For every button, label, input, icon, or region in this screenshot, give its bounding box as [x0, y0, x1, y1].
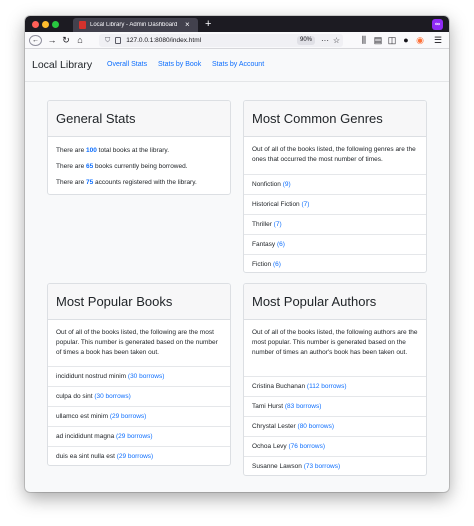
list-item: ullamco est minim (29 borrows) — [48, 406, 230, 426]
books-description: Out of all of the books listed, the foll… — [56, 329, 218, 356]
list-item: Fiction (6) — [244, 254, 426, 272]
reload-icon[interactable]: ↻ — [61, 35, 71, 46]
private-browsing-icon[interactable]: ∞ — [432, 19, 443, 30]
list-item: ad incididunt magna (29 borrows) — [48, 426, 230, 446]
close-window-button[interactable] — [32, 21, 39, 28]
list-item: Historical Fiction (7) — [244, 194, 426, 214]
stat-accounts: There are 75 accounts registered with th… — [56, 179, 197, 186]
list-item: Fantasy (6) — [244, 234, 426, 254]
browser-window: Local Library - Admin Dashboard × + ∞ ← … — [25, 16, 449, 492]
page-info-icon[interactable] — [115, 37, 122, 44]
stat-borrowed-books: There are 65 books currently being borro… — [56, 163, 188, 170]
pocket-icon[interactable]: ◫ — [387, 35, 397, 46]
new-tab-button[interactable]: + — [205, 17, 211, 31]
list-item: duis ea sint nulla est (29 borrows) — [48, 446, 230, 465]
list-item: culpa do sint (30 borrows) — [48, 386, 230, 406]
genres-description: Out of all of the books listed, the foll… — [252, 146, 416, 163]
address-bar[interactable]: ⛉ 127.0.0.1:8080/index.html 90% ··· ☆ — [99, 34, 343, 47]
zoom-level-badge[interactable]: 90% — [296, 36, 315, 45]
forward-arrow-icon[interactable]: → — [47, 35, 57, 46]
list-item: Susanne Lawson (73 borrows) — [244, 456, 426, 475]
list-item: Nonfiction (9) — [244, 174, 426, 194]
firefox-account-icon[interactable]: ◉ — [415, 35, 425, 46]
list-item: Chrystal Lester (80 borrows) — [244, 416, 426, 436]
zoom-window-button[interactable] — [52, 21, 59, 28]
genres-card: Most Common Genres Out of all of the boo… — [243, 100, 427, 273]
sidebar-icon[interactable]: ▤ — [373, 35, 383, 46]
list-item: Ochoa Levy (76 borrows) — [244, 436, 426, 456]
tab-bar: Local Library - Admin Dashboard × + ∞ — [25, 16, 449, 32]
book-favicon-icon — [79, 21, 86, 29]
list-item: Cristina Buchanan (112 borrows) — [244, 376, 426, 396]
nav-link-stats-by-account[interactable]: Stats by Account — [212, 61, 264, 68]
browser-toolbar: ← → ↻ ⌂ ⛉ 127.0.0.1:8080/index.html 90% … — [25, 32, 449, 49]
page-actions-icon[interactable]: ··· — [321, 34, 329, 47]
back-arrow-icon[interactable]: ← — [29, 35, 42, 46]
url-text[interactable]: 127.0.0.1:8080/index.html — [126, 37, 201, 44]
card-title: Most Common Genres — [244, 101, 426, 137]
tab-title: Local Library - Admin Dashboard — [90, 22, 178, 28]
browser-tab[interactable]: Local Library - Admin Dashboard × — [73, 18, 198, 32]
card-title: Most Popular Books — [48, 284, 230, 320]
home-icon[interactable]: ⌂ — [75, 35, 85, 46]
list-item: Tami Hurst (83 borrows) — [244, 396, 426, 416]
shield-icon[interactable]: ⛉ — [105, 37, 110, 45]
authors-description: Out of all of the books listed, the foll… — [252, 329, 418, 356]
card-title: General Stats — [48, 101, 230, 137]
popular-books-card: Most Popular Books Out of all of the boo… — [47, 283, 231, 466]
site-navbar: Local Library Overall Stats Stats by Boo… — [25, 50, 449, 82]
nav-link-stats-by-book[interactable]: Stats by Book — [158, 61, 201, 68]
bookmark-star-icon[interactable]: ☆ — [333, 34, 340, 47]
nav-link-overall-stats[interactable]: Overall Stats — [107, 61, 147, 68]
close-tab-icon[interactable]: × — [185, 21, 190, 29]
account-icon[interactable]: ● — [401, 35, 411, 46]
navbar-brand[interactable]: Local Library — [32, 59, 92, 71]
list-item: incididunt nostrud minim (30 borrows) — [48, 366, 230, 386]
stat-total-books: There are 100 total books at the library… — [56, 147, 169, 154]
library-icon[interactable]: ⫼ — [359, 35, 369, 46]
list-item: Thriller (7) — [244, 214, 426, 234]
menu-icon[interactable]: ☰ — [433, 35, 443, 46]
popular-authors-card: Most Popular Authors Out of all of the b… — [243, 283, 427, 476]
card-title: Most Popular Authors — [244, 284, 426, 320]
general-stats-card: General Stats There are 100 total books … — [47, 100, 231, 195]
minimize-window-button[interactable] — [42, 21, 49, 28]
